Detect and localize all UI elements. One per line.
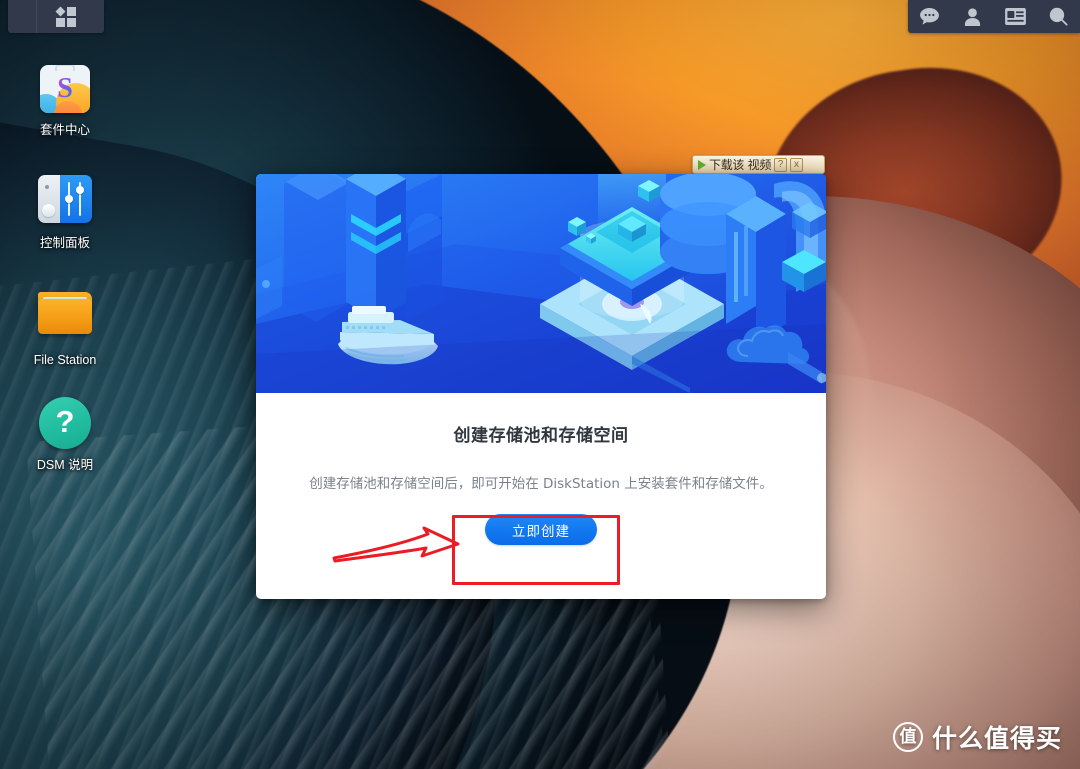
desktop-icon-file-station[interactable]: File Station (10, 286, 120, 368)
video-download-label: 下载该 视频 (709, 158, 772, 172)
control-panel-icon (38, 175, 92, 229)
desktop-icon-control-panel[interactable]: 控制面板 (10, 172, 120, 251)
question-mark-icon: ? (38, 397, 92, 451)
package-center-icon: S (38, 62, 92, 116)
desktop-icon-label: 控制面板 (39, 236, 90, 250)
desktop-screen: S 套件中心 控制面板 File Station ? DSM 说明 下载该 视频… (0, 0, 1080, 769)
desktop-icon-label: 套件中心 (39, 123, 90, 137)
page-title: 创建存储池和存储空间 (453, 426, 629, 446)
desktop-icon-label: DSM 说明 (36, 458, 94, 472)
taskbar-divider (36, 0, 37, 33)
smzdm-logo-icon: 值 (892, 722, 923, 752)
video-tip-help-button[interactable]: ? (774, 157, 788, 172)
question-mark-glyph: ? (39, 397, 91, 449)
isometric-storage-illustration (256, 174, 826, 393)
desktop-icon-label: File Station (33, 353, 97, 367)
dialog-description: 创建存储池和存储空间后，即可开始在 DiskStation 上安装套件和存储文件… (309, 476, 773, 492)
play-triangle-icon (698, 159, 706, 170)
dialog-footer: 立即创建 (256, 514, 826, 545)
video-tip-close-button[interactable]: x (790, 157, 804, 172)
dialog-body: 创建存储池和存储空间 创建存储池和存储空间后，即可开始在 DiskStation… (256, 393, 826, 494)
widgets-icon[interactable] (1003, 5, 1029, 29)
smzdm-watermark: 值 什么值得买 (892, 719, 1062, 755)
user-account-icon[interactable] (960, 5, 986, 29)
create-now-button[interactable]: 立即创建 (485, 514, 597, 545)
storage-setup-dialog: 创建存储池和存储空间 创建存储池和存储空间后，即可开始在 DiskStation… (256, 174, 826, 599)
notifications-icon[interactable] (917, 5, 943, 29)
smzdm-watermark-text: 什么值得买 (931, 724, 1062, 753)
taskbar-left (8, 0, 104, 33)
taskbar-right (908, 0, 1080, 33)
search-icon[interactable] (1046, 5, 1072, 29)
desktop-icon-dsm-help[interactable]: ? DSM 说明 (10, 396, 120, 473)
video-download-tooltip[interactable]: 下载该 视频 ? x (692, 155, 825, 174)
folder-icon (38, 292, 92, 346)
desktop-icon-package-center[interactable]: S 套件中心 (10, 62, 120, 138)
app-grid-icon[interactable] (55, 6, 76, 27)
